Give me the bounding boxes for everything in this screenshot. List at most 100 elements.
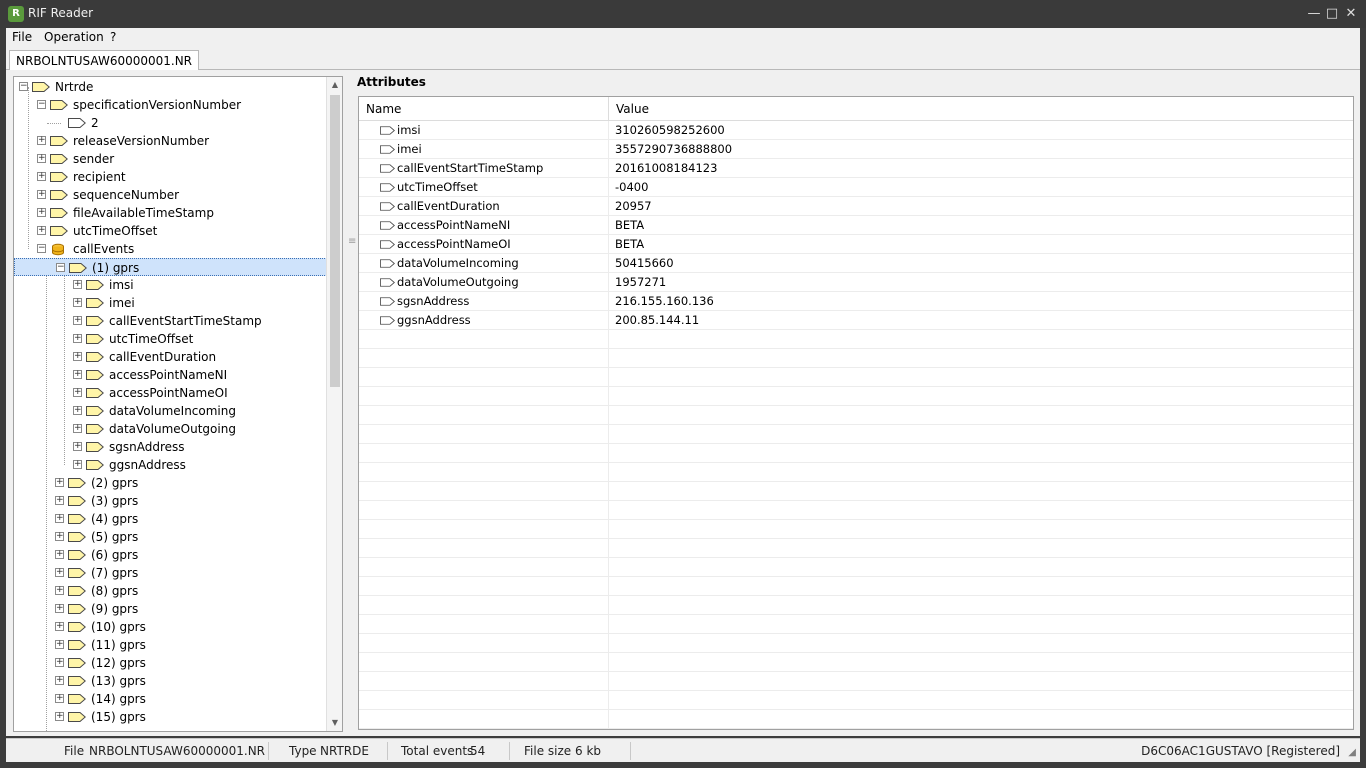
- tree-node[interactable]: + dataVolumeIncoming: [14, 402, 333, 420]
- attribute-row[interactable]: callEventDuration 20957: [359, 197, 1353, 216]
- tree-node[interactable]: + sequenceNumber: [14, 186, 333, 204]
- scroll-thumb[interactable]: [330, 95, 340, 387]
- tree-node[interactable]: + utcTimeOffset: [14, 222, 333, 240]
- expand-icon[interactable]: +: [37, 172, 46, 181]
- expand-icon[interactable]: +: [37, 208, 46, 217]
- attribute-row[interactable]: dataVolumeIncoming 50415660: [359, 254, 1353, 273]
- tree-node[interactable]: + fileAvailableTimeStamp: [14, 204, 333, 222]
- tree-node[interactable]: + recipient: [14, 168, 333, 186]
- attributes-grid[interactable]: Name Value imsi 310260598252600 imei 355729…: [358, 96, 1354, 730]
- attribute-row[interactable]: utcTimeOffset -0400: [359, 178, 1353, 197]
- tree-node[interactable]: + (11) gprs: [14, 636, 333, 654]
- tree-node[interactable]: + ggsnAddress: [14, 456, 333, 474]
- tree-node[interactable]: + callEventStartTimeStamp: [14, 312, 333, 330]
- expand-icon[interactable]: +: [55, 514, 64, 523]
- expand-icon[interactable]: +: [73, 334, 82, 343]
- tree-node[interactable]: − Nrtrde: [14, 78, 333, 96]
- expand-icon[interactable]: +: [73, 370, 82, 379]
- tree-node[interactable]: 2: [14, 114, 333, 132]
- expand-icon[interactable]: +: [37, 154, 46, 163]
- expand-icon[interactable]: +: [73, 442, 82, 451]
- expand-icon[interactable]: +: [55, 622, 64, 631]
- resize-grip-icon[interactable]: ◢: [1348, 747, 1356, 758]
- tree-node[interactable]: + imsi: [14, 276, 333, 294]
- expand-icon[interactable]: +: [55, 658, 64, 667]
- tree-node[interactable]: + (15) gprs: [14, 708, 333, 726]
- expand-icon[interactable]: +: [73, 316, 82, 325]
- expand-icon[interactable]: +: [73, 406, 82, 415]
- tree-node[interactable]: + (12) gprs: [14, 654, 333, 672]
- expand-icon[interactable]: +: [55, 478, 64, 487]
- minimize-button[interactable]: —: [1305, 5, 1323, 23]
- expand-icon[interactable]: +: [37, 136, 46, 145]
- scroll-up-icon[interactable]: ▲: [327, 77, 342, 93]
- expand-icon[interactable]: +: [55, 550, 64, 559]
- tree-node[interactable]: + (14) gprs: [14, 690, 333, 708]
- menu-help[interactable]: ?: [110, 30, 116, 44]
- close-button[interactable]: ✕: [1342, 5, 1360, 23]
- tree-node[interactable]: + (3) gprs: [14, 492, 333, 510]
- expand-icon[interactable]: +: [73, 352, 82, 361]
- expand-icon[interactable]: +: [73, 424, 82, 433]
- tree-node[interactable]: + imei: [14, 294, 333, 312]
- column-header-value[interactable]: Value: [609, 97, 1353, 121]
- tree-node[interactable]: + (4) gprs: [14, 510, 333, 528]
- tree-node[interactable]: + (7) gprs: [14, 564, 333, 582]
- collapse-icon[interactable]: −: [19, 82, 28, 91]
- tree-node[interactable]: + (2) gprs: [14, 474, 333, 492]
- tree-view[interactable]: − Nrtrde − specificationVersionNumber 2 + rele…: [13, 76, 343, 732]
- tree-node[interactable]: + callEventDuration: [14, 348, 333, 366]
- expand-icon[interactable]: +: [55, 532, 64, 541]
- document-tab[interactable]: NRBOLNTUSAW60000001.NR: [9, 50, 200, 71]
- tree-node[interactable]: − callEvents: [14, 240, 333, 258]
- expand-icon[interactable]: +: [55, 496, 64, 505]
- tree-node[interactable]: + accessPointNameOI: [14, 384, 333, 402]
- attribute-row[interactable]: accessPointNameNI BETA: [359, 216, 1353, 235]
- tree-node[interactable]: + dataVolumeOutgoing: [14, 420, 333, 438]
- tree-node[interactable]: + sender: [14, 150, 333, 168]
- panel-splitter[interactable]: ≡: [345, 76, 356, 732]
- tree-node[interactable]: + (10) gprs: [14, 618, 333, 636]
- attribute-row[interactable]: sgsnAddress 216.155.160.136: [359, 292, 1353, 311]
- tree-node[interactable]: + (13) gprs: [14, 672, 333, 690]
- menu-operation[interactable]: Operation: [44, 30, 104, 44]
- tree-node[interactable]: + (6) gprs: [14, 546, 333, 564]
- column-header-name[interactable]: Name: [359, 97, 609, 121]
- attribute-row[interactable]: imei 3557290736888800: [359, 140, 1353, 159]
- tree-node[interactable]: + utcTimeOffset: [14, 330, 333, 348]
- tree-node[interactable]: + (9) gprs: [14, 600, 333, 618]
- scroll-down-icon[interactable]: ▼: [327, 715, 342, 731]
- attribute-row[interactable]: dataVolumeOutgoing 1957271: [359, 273, 1353, 292]
- tree-scrollbar[interactable]: ▲ ▼: [326, 77, 342, 731]
- expand-icon[interactable]: +: [55, 676, 64, 685]
- collapse-icon[interactable]: −: [37, 244, 46, 253]
- tree-node[interactable]: + releaseVersionNumber: [14, 132, 333, 150]
- tree-node[interactable]: + (5) gprs: [14, 528, 333, 546]
- expand-icon[interactable]: +: [55, 586, 64, 595]
- attribute-row[interactable]: ggsnAddress 200.85.144.11: [359, 311, 1353, 330]
- expand-icon[interactable]: +: [73, 280, 82, 289]
- expand-icon[interactable]: +: [55, 712, 64, 721]
- expand-icon[interactable]: +: [55, 640, 64, 649]
- tree-node[interactable]: + sgsnAddress: [14, 438, 333, 456]
- expand-icon[interactable]: +: [55, 694, 64, 703]
- expand-icon[interactable]: +: [73, 298, 82, 307]
- expand-icon[interactable]: +: [55, 604, 64, 613]
- expand-icon[interactable]: +: [73, 460, 82, 469]
- tree-node[interactable]: + (8) gprs: [14, 582, 333, 600]
- expand-icon[interactable]: +: [55, 568, 64, 577]
- maximize-button[interactable]: □: [1323, 5, 1341, 23]
- expand-icon[interactable]: +: [37, 226, 46, 235]
- tree-node[interactable]: − specificationVersionNumber: [14, 96, 333, 114]
- attribute-row[interactable]: accessPointNameOI BETA: [359, 235, 1353, 254]
- expand-icon[interactable]: +: [73, 388, 82, 397]
- title-bar[interactable]: R RIF Reader — □ ✕: [0, 0, 1366, 28]
- tree-node-selected[interactable]: − (1) gprs: [14, 258, 333, 276]
- collapse-icon[interactable]: −: [37, 100, 46, 109]
- attribute-row[interactable]: callEventStartTimeStamp 20161008184123: [359, 159, 1353, 178]
- attribute-row[interactable]: imsi 310260598252600: [359, 121, 1353, 140]
- expand-icon[interactable]: +: [37, 190, 46, 199]
- collapse-icon[interactable]: −: [56, 263, 65, 272]
- tree-node[interactable]: + accessPointNameNI: [14, 366, 333, 384]
- menu-file[interactable]: File: [12, 30, 32, 44]
